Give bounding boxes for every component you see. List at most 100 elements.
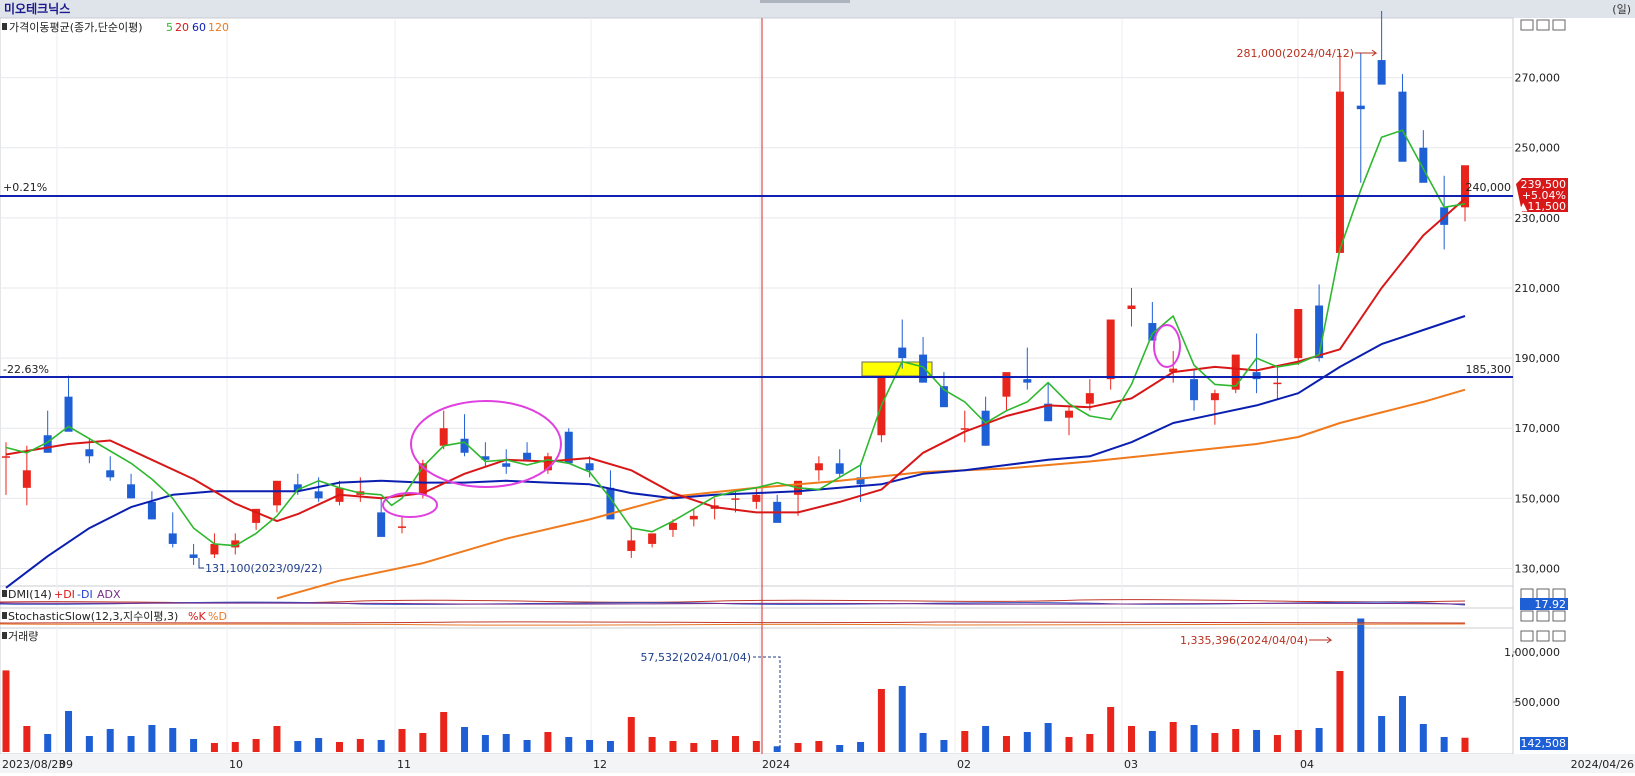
volume-bar <box>565 737 573 752</box>
volume-bar <box>1378 716 1386 752</box>
candle-body <box>189 554 198 558</box>
date-tick-label: 11 <box>397 758 411 771</box>
high-arrow <box>1355 49 1378 57</box>
panel-control-button[interactable] <box>1536 630 1550 642</box>
panel-control-button[interactable] <box>1552 610 1566 622</box>
panel-control-button[interactable] <box>1520 610 1534 622</box>
volume-bar <box>1294 730 1302 752</box>
candle-body <box>439 428 448 446</box>
ref-upper-pct: +0.21% <box>3 181 47 194</box>
candle-body <box>1335 91 1344 253</box>
volume-max-annotation: 1,335,396(2024/04/04) <box>1180 634 1308 647</box>
volume-bar <box>481 735 489 752</box>
candle-body <box>668 522 677 530</box>
candle-body <box>1356 105 1365 110</box>
volume-tick-label: 500,000 <box>1515 696 1561 709</box>
volume-bar <box>1253 730 1261 752</box>
candle-body <box>981 410 990 446</box>
high-annotation: 281,000(2024/04/12) <box>1237 47 1354 60</box>
volume-bar <box>982 726 990 752</box>
volume-bar <box>877 689 885 752</box>
panel-control-button[interactable] <box>1520 630 1534 642</box>
candle-body <box>919 354 928 383</box>
ma20-legend: 20 <box>175 21 189 34</box>
panel-control-button[interactable] <box>1520 588 1534 600</box>
candle-body <box>106 470 115 478</box>
ma60-line <box>5 315 1466 589</box>
volume-legend: 거래량 <box>2 630 38 643</box>
volume-mark-line <box>753 656 781 748</box>
dmi-panel-label: DMI(14) <box>8 588 52 601</box>
ref-lower-pct: -22.63% <box>3 363 49 376</box>
volume-bar <box>169 728 177 752</box>
volume-bar <box>85 736 93 752</box>
date-tick-label: 2023/08/23 <box>2 758 65 771</box>
price-tick-label: 130,000 <box>1515 562 1561 575</box>
low-annotation: 131,100(2023/09/22) <box>205 562 322 575</box>
price-tick-label: 170,000 <box>1515 422 1561 435</box>
candle-body <box>898 347 907 359</box>
volume-bar <box>1398 696 1406 752</box>
stock-name: 미오테크닉스 <box>4 1 70 16</box>
volume-bar <box>273 726 281 752</box>
panel-control-button[interactable] <box>1552 19 1566 31</box>
date-tick-label: 2024/04/26 <box>1571 758 1634 771</box>
candle-body <box>127 484 136 499</box>
candle-body <box>22 470 31 488</box>
volume-bar <box>1336 671 1344 752</box>
panel-control-button[interactable] <box>1520 19 1534 31</box>
candle-body <box>398 526 407 528</box>
candle-body <box>1294 309 1303 359</box>
volume-bar <box>1273 735 1281 752</box>
panel-control-button[interactable] <box>1536 19 1550 31</box>
volume-bar <box>606 741 614 752</box>
volume-bar <box>752 741 760 752</box>
stoch-k-legend: %K <box>188 610 206 623</box>
stochastic-legend: StochasticSlow(12,3,지수이평,3) %K %D <box>2 610 227 623</box>
candle-body <box>814 463 823 471</box>
adx-legend: ADX <box>97 588 121 601</box>
candle-body <box>1273 382 1282 385</box>
ma120-line <box>276 388 1466 600</box>
volume-bar <box>23 726 31 752</box>
dmi-legend: DMI(14) +DI -DI ADX <box>2 588 121 601</box>
volume-bar <box>627 717 635 752</box>
volume-bar <box>690 743 698 752</box>
date-tick-label: 09 <box>59 758 73 771</box>
ref-upper-value: 240,000 <box>1466 181 1512 194</box>
volume-value-badge: 142,508 <box>1520 737 1568 750</box>
volume-bar <box>148 725 156 752</box>
ma120-legend: 120 <box>208 21 229 34</box>
period-label[interactable]: (일) <box>1612 2 1631 16</box>
candle-body <box>377 512 386 537</box>
volume-bar <box>2 670 10 752</box>
candle-body <box>1085 393 1094 404</box>
volume-bar <box>1148 731 1156 752</box>
candle-body <box>502 463 511 467</box>
volume-tick-label: 1,000,000 <box>1504 646 1560 659</box>
volume-value: 142,508 <box>1521 737 1567 750</box>
candle-body <box>1210 393 1219 401</box>
candle-body <box>85 449 94 457</box>
volume-bar <box>815 741 823 752</box>
stoch-panel-label: StochasticSlow(12,3,지수이평,3) <box>8 610 178 623</box>
panel-control-button[interactable] <box>1552 630 1566 642</box>
volume-bar <box>523 740 531 752</box>
ma60-legend: 60 <box>192 21 206 34</box>
candle-body <box>835 463 844 474</box>
dmi-value-badge: 17.92 <box>1520 598 1568 611</box>
dmi-plus-legend: +DI <box>54 588 75 601</box>
volume-bar <box>65 711 73 752</box>
panel-control-button[interactable] <box>1536 610 1550 622</box>
volume-bar <box>335 742 343 752</box>
candle-body <box>314 491 323 499</box>
panel-buttons[interactable] <box>1520 19 1566 642</box>
price-panel-label: 가격이동평균(종가,단순이평) <box>9 21 143 34</box>
candle-body <box>1023 379 1032 383</box>
volume-bar <box>1232 729 1240 752</box>
volume-bar <box>461 727 469 752</box>
candle-body <box>1190 379 1199 401</box>
scroll-thumb[interactable] <box>760 0 850 3</box>
low-arrow <box>198 558 204 569</box>
candle-body <box>1231 354 1240 390</box>
